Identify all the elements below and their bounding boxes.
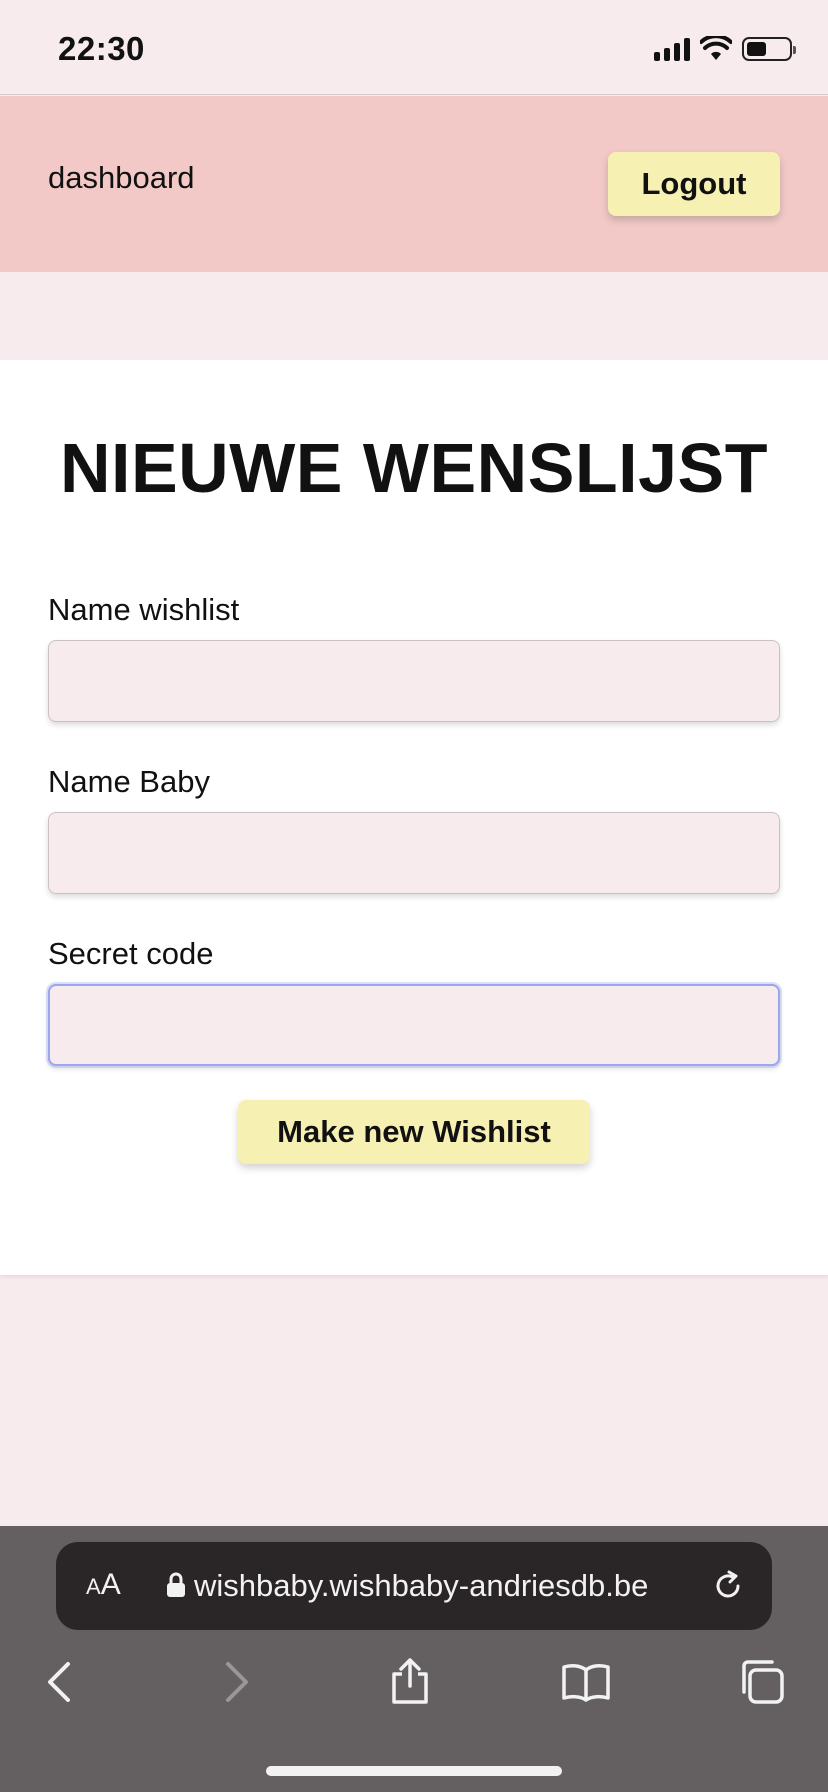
make-new-wishlist-button[interactable]: Make new Wishlist bbox=[238, 1100, 590, 1164]
address-bar[interactable]: AA wishbaby.wishbaby-andriesdb.be bbox=[56, 1542, 772, 1630]
wifi-icon bbox=[700, 36, 732, 60]
forward-icon[interactable] bbox=[212, 1658, 260, 1706]
bookmarks-icon[interactable] bbox=[562, 1658, 610, 1706]
reload-icon[interactable] bbox=[710, 1568, 746, 1604]
battery-icon bbox=[742, 37, 796, 61]
lock-icon bbox=[167, 1572, 185, 1597]
status-bar: 22:30 bbox=[0, 0, 828, 95]
secret-code-label: Secret code bbox=[48, 936, 214, 971]
dashboard-link[interactable]: dashboard bbox=[48, 160, 195, 196]
home-indicator bbox=[266, 1766, 562, 1776]
name-wishlist-label: Name wishlist bbox=[48, 592, 240, 627]
name-baby-input[interactable] bbox=[48, 812, 780, 894]
status-icons bbox=[654, 36, 796, 62]
name-wishlist-input[interactable] bbox=[48, 640, 780, 722]
signal-icon bbox=[654, 37, 690, 61]
back-icon[interactable] bbox=[36, 1658, 84, 1706]
share-icon[interactable] bbox=[386, 1658, 434, 1706]
secret-code-input[interactable] bbox=[48, 984, 780, 1066]
url-value: wishbaby.wishbaby-andriesdb.be bbox=[194, 1568, 649, 1603]
status-time: 22:30 bbox=[58, 30, 145, 67]
new-wishlist-card: NIEUWE WENSLIJST Name wishlist Name Baby… bbox=[0, 360, 828, 1275]
logout-button[interactable]: Logout bbox=[608, 152, 780, 216]
page-title: NIEUWE WENSLIJST bbox=[59, 429, 769, 507]
app-header: dashboard Logout bbox=[0, 96, 828, 272]
text-size-button[interactable]: AA bbox=[86, 1568, 121, 1602]
url-text: wishbaby.wishbaby-andriesdb.be bbox=[194, 1568, 740, 1604]
text-size-label: AA bbox=[86, 1568, 121, 1601]
name-baby-label: Name Baby bbox=[48, 764, 210, 799]
browser-bottom-bar: AA wishbaby.wishbaby-andriesdb.be bbox=[0, 1526, 828, 1792]
tabs-icon[interactable] bbox=[738, 1658, 786, 1706]
